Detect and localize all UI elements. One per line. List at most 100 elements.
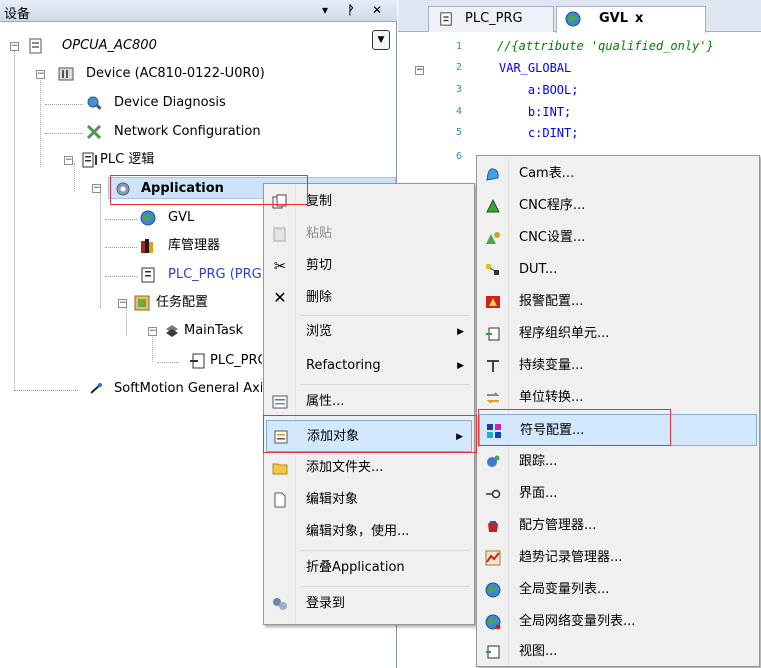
visualization-icon <box>486 645 500 659</box>
submenu-item-alarm-config[interactable]: 报警配置... <box>479 286 757 318</box>
tree-item-label: 任务配置 <box>156 295 209 310</box>
tree-item-plc-prg[interactable]: PLC_PRG (PRG) <box>0 264 262 286</box>
close-icon[interactable]: ✕ <box>369 2 385 19</box>
gvl-icon <box>485 582 501 598</box>
tree-item-library-manager[interactable]: 库管理器 <box>0 235 262 257</box>
tab-label: GVL <box>599 11 629 26</box>
collapse-icon[interactable]: − <box>118 299 127 308</box>
tree-item-label: Application <box>141 181 224 196</box>
gvl-globe-icon <box>565 11 581 27</box>
tree-item-gvl[interactable]: GVL <box>0 207 262 229</box>
collapse-icon[interactable]: − <box>148 327 157 336</box>
submenu-item-trend-recorder[interactable]: 趋势记录管理器... <box>479 542 757 574</box>
code-line-1[interactable]: //{attribute 'qualified_only'} <box>497 39 714 53</box>
collapse-icon[interactable]: − <box>10 42 19 51</box>
network-config-icon <box>86 124 102 140</box>
line-number: 4 <box>455 106 462 117</box>
tree-item-project[interactable]: − OPCUA_AC800 <box>0 35 360 57</box>
cnc-settings-icon <box>486 232 500 244</box>
properties-icon <box>272 395 288 409</box>
tab-close-icon[interactable]: x <box>635 7 643 31</box>
unit-conversion-icon <box>486 392 500 404</box>
pin-icon[interactable]: ᚹ <box>343 2 359 19</box>
interface-icon <box>486 489 501 499</box>
tree-item-maintask[interactable]: − MainTask <box>0 320 262 342</box>
menu-item-refactoring[interactable]: Refactoring ▶ <box>266 350 472 382</box>
submenu-item-cam-table[interactable]: Cam表... <box>479 158 757 190</box>
menu-item-delete[interactable]: ✕ 删除 <box>266 282 472 314</box>
cnc-program-icon <box>486 198 500 213</box>
submenu-item-gvl[interactable]: 全局变量列表... <box>479 574 757 606</box>
plc-device-icon <box>58 67 74 81</box>
collapse-icon[interactable]: − <box>92 184 101 193</box>
code-line-5[interactable]: c:DINT; <box>499 126 579 140</box>
submenu-item-dut[interactable]: DUT... <box>479 254 757 286</box>
tree-dropdown-button[interactable]: ▼ <box>372 30 390 50</box>
submenu-item-interface[interactable]: 界面... <box>479 478 757 510</box>
tree-item-plc-prg-call[interactable]: PLC_PRG <box>0 350 262 372</box>
submenu-item-recipe-manager[interactable]: 配方管理器... <box>479 510 757 542</box>
task-icon <box>166 325 178 337</box>
collapse-icon[interactable]: − <box>64 156 73 165</box>
tab-plc-prg[interactable]: PLC_PRG <box>428 6 554 32</box>
menu-item-paste[interactable]: 粘贴 <box>266 218 472 250</box>
menu-item-properties[interactable]: 属性... <box>266 386 472 418</box>
devices-panel-header: 设备 ▾ ᚹ ✕ <box>0 0 397 22</box>
tree-item-network-configuration[interactable]: Network Configuration <box>0 121 360 143</box>
program-call-icon <box>190 353 205 369</box>
line-number: 3 <box>455 84 462 95</box>
collapse-icon[interactable]: − <box>36 70 45 79</box>
submenu-item-cnc-settings[interactable]: CNC设置... <box>479 222 757 254</box>
add-object-submenu: Cam表... CNC程序... CNC设置... DUT... 报警配置...… <box>476 155 760 667</box>
submenu-item-trace[interactable]: 跟踪... <box>479 446 757 478</box>
symbol-config-icon <box>487 424 501 438</box>
menu-item-edit-object[interactable]: 编辑对象 <box>266 484 472 516</box>
line-number: 5 <box>455 127 462 138</box>
tree-item-task-configuration[interactable]: − 任务配置 <box>0 292 262 314</box>
submenu-item-visualization[interactable]: 视图... <box>479 636 757 668</box>
fold-toggle-icon[interactable]: − <box>415 66 424 75</box>
submenu-arrow-icon: ▶ <box>456 432 463 442</box>
task-config-icon <box>134 295 150 311</box>
gvl-globe-icon <box>140 210 156 226</box>
trend-recorder-icon <box>485 550 501 566</box>
menu-item-cut[interactable]: ✂ 剪切 <box>266 250 472 282</box>
tree-item-plc-logic[interactable]: − PLC 逻辑 <box>0 149 360 171</box>
dut-icon <box>486 264 499 275</box>
menu-separator <box>300 384 470 385</box>
program-icon <box>141 267 155 283</box>
menu-item-copy[interactable]: 复制 <box>266 186 472 218</box>
tree-item-label: Device (AC810-0122-U0R0) <box>86 66 265 81</box>
submenu-item-cnc-program[interactable]: CNC程序... <box>479 190 757 222</box>
add-object-icon <box>274 430 288 444</box>
dropdown-icon[interactable]: ▾ <box>317 2 333 19</box>
tree-item-label: PLC_PRG (PRG) <box>168 267 262 282</box>
menu-item-login[interactable]: 登录到 <box>266 588 472 620</box>
tab-gvl[interactable]: GVL x <box>556 6 706 33</box>
code-line-3[interactable]: a:BOOL; <box>499 83 579 97</box>
submenu-item-pou[interactable]: 程序组织单元... <box>479 318 757 350</box>
submenu-arrow-icon: ▶ <box>457 361 464 371</box>
menu-item-add-object[interactable]: 添加对象 ▶ <box>266 420 472 452</box>
menu-item-collapse-application[interactable]: 折叠Application <box>266 552 472 584</box>
cut-icon: ✂ <box>273 257 287 275</box>
submenu-item-symbol-config[interactable]: 符号配置... <box>479 414 757 446</box>
tree-item-softmotion-axis-pool[interactable]: SoftMotion General Axis Pool <box>0 378 262 400</box>
submenu-item-unit-conversion[interactable]: 单位转换... <box>479 382 757 414</box>
menu-item-edit-object-with[interactable]: 编辑对象，使用... <box>266 516 472 548</box>
code-line-4[interactable]: b:INT; <box>499 105 571 119</box>
submenu-item-network-gvl[interactable]: 全局网络变量列表... <box>479 606 757 638</box>
tree-item-device[interactable]: − Device (AC810-0122-U0R0) <box>0 63 360 85</box>
menu-item-add-folder[interactable]: 添加文件夹... <box>266 452 472 484</box>
cam-table-icon <box>486 168 499 181</box>
tree-item-device-diagnosis[interactable]: Device Diagnosis <box>0 92 360 114</box>
menu-item-browse[interactable]: 浏览 ▶ <box>266 316 472 348</box>
code-line-2[interactable]: VAR_GLOBAL <box>499 61 571 75</box>
submenu-arrow-icon: ▶ <box>457 327 464 337</box>
plc-logic-icon <box>82 152 97 168</box>
tree-item-label: Network Configuration <box>114 124 261 139</box>
context-menu: 复制 粘贴 ✂ 剪切 ✕ 删除 浏览 ▶ Refactoring ▶ 属性...… <box>263 183 475 625</box>
editor-tab-strip: PLC_PRG GVL x <box>398 0 761 33</box>
submenu-item-persistent-vars[interactable]: 持续变量... <box>479 350 757 382</box>
tree-item-label: PLC 逻辑 <box>100 152 155 167</box>
